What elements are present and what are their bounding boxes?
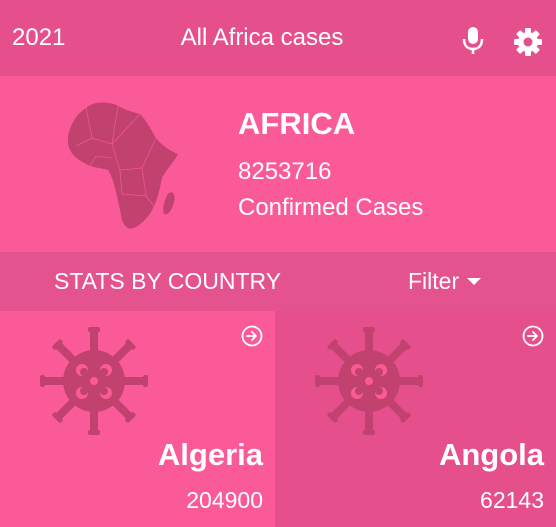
page-title: All Africa cases [180,24,344,51]
caret-down-icon [467,278,482,285]
country-card-angola[interactable]: Angola 62143 [275,311,556,527]
confirmed-total: 8253716 [238,158,332,185]
region-name: AFRICA [238,106,356,141]
country-cases: 62143 [480,487,544,513]
filter-label: Filter [408,268,460,294]
gear-icon[interactable] [513,27,543,57]
country-card-algeria[interactable]: Algeria 204900 [0,311,275,527]
virus-icon [315,327,423,435]
country-name: Angola [438,437,544,472]
app-header: 2021 All Africa cases [0,0,556,76]
arrow-circle-right-icon[interactable] [522,325,544,347]
arrow-circle-right-icon[interactable] [241,325,263,347]
stats-header: STATS BY COUNTRY Filter [0,252,556,310]
africa-map-icon [67,102,178,229]
virus-icon [40,327,148,435]
country-name: Algeria [157,437,263,472]
country-cases: 204900 [186,487,263,513]
stats-title: STATS BY COUNTRY [54,268,282,294]
microphone-icon[interactable] [460,26,486,56]
filter-dropdown[interactable]: Filter [408,268,482,295]
confirmed-caption: Confirmed Cases [238,194,424,221]
summary-panel: AFRICA 8253716 Confirmed Cases [0,76,556,252]
